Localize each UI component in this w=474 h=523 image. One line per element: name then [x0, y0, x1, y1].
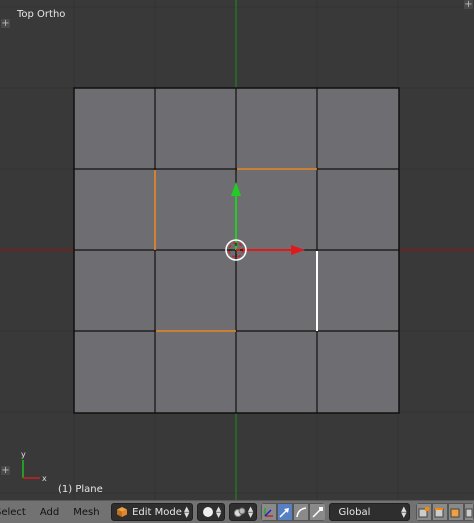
viewport-canvas[interactable]: y x — [0, 0, 474, 500]
occlude-geometry-button[interactable] — [464, 503, 474, 521]
properties-toggle-icon[interactable]: + — [464, 0, 473, 10]
select-mode-buttons — [415, 503, 474, 521]
manipulator-icon — [264, 507, 274, 517]
vertex-select-icon — [418, 506, 430, 517]
arrow-icon — [279, 507, 290, 518]
manipulator-buttons — [260, 503, 326, 521]
manipulator-toggle-button[interactable] — [260, 503, 277, 521]
scale-button[interactable] — [309, 503, 326, 521]
dropdown-arrows-icon: ▲ ▼ — [247, 505, 254, 519]
rotate-icon — [295, 506, 306, 517]
dropdown-arrows-icon: ▲ ▼ — [401, 505, 407, 519]
area-corner-plus-icon[interactable]: + — [1, 466, 10, 476]
edge-select-icon — [434, 507, 444, 517]
scale-icon — [312, 506, 323, 518]
axis-orientation-widget: y x — [21, 450, 47, 483]
transform-orientation-selector[interactable]: Global ▲ ▼ — [329, 503, 410, 521]
occlude-icon — [465, 508, 473, 517]
menu-add[interactable]: Add — [33, 501, 66, 523]
pivot-icon — [233, 507, 246, 517]
face-select-icon — [450, 508, 460, 517]
edge-select-button[interactable] — [431, 503, 448, 521]
cube-icon — [116, 507, 127, 517]
dropdown-arrows-icon: ▲ ▼ — [184, 505, 190, 519]
viewport-shading-selector[interactable]: ▲ ▼ — [196, 503, 225, 521]
vertex-select-button[interactable] — [415, 503, 432, 521]
mode-selector[interactable]: Edit Mode ▲ ▼ — [110, 503, 193, 521]
viewport-header: Select Add Mesh Edit Mode ▲▼ ▲▼ ▲▼ — [0, 500, 474, 523]
translate-button[interactable] — [276, 503, 294, 521]
view-name-label: Top Ortho — [17, 9, 66, 20]
rotate-button[interactable] — [293, 503, 310, 521]
3d-viewport[interactable]: y x Top Ortho (1) Plane + + + — [0, 0, 474, 500]
sphere-icon — [202, 507, 213, 517]
face-select-button[interactable] — [447, 503, 464, 521]
menu-mesh[interactable]: Mesh — [66, 501, 106, 523]
tool-shelf-toggle-icon[interactable]: + — [1, 19, 10, 29]
transform-orientation-label: Global — [338, 506, 371, 518]
pivot-point-selector[interactable]: ▲ ▼ — [228, 503, 257, 521]
active-object-label: (1) Plane — [58, 484, 103, 495]
axis-widget-y-label: y — [21, 450, 26, 459]
dropdown-arrows-icon: ▲ ▼ — [215, 505, 222, 519]
mode-label: Edit Mode — [132, 506, 182, 518]
axis-widget-x-label: x — [42, 474, 47, 483]
menu-select[interactable]: Select — [0, 501, 33, 523]
